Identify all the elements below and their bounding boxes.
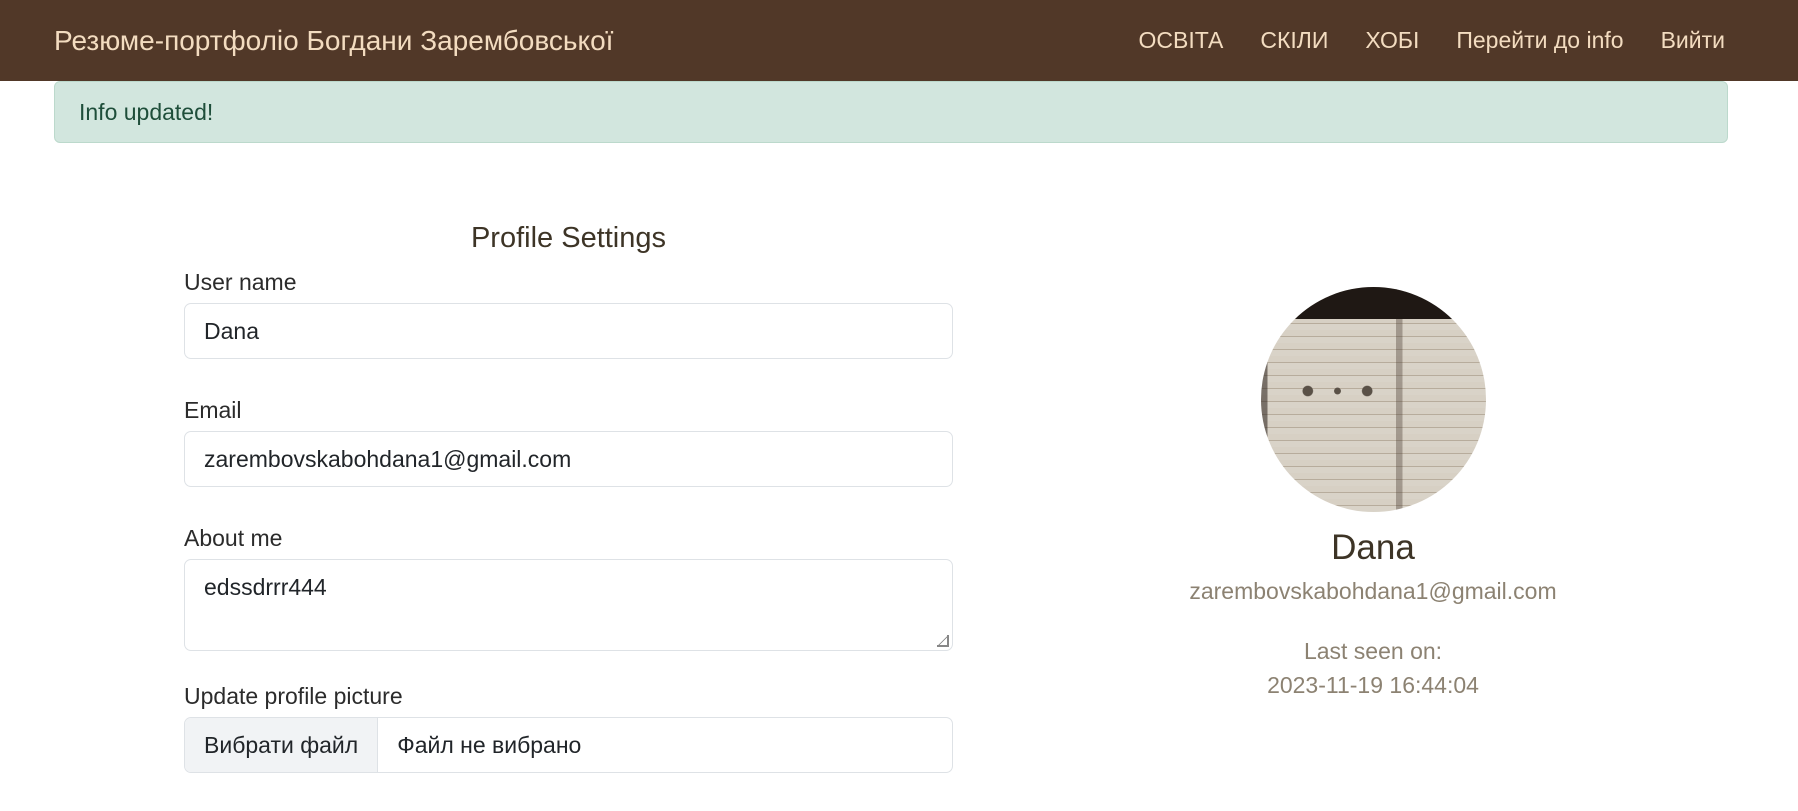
username-value: Dana	[204, 317, 259, 344]
picture-label: Update profile picture	[184, 683, 403, 709]
choose-file-button[interactable]: Вибрати файл	[185, 718, 379, 772]
nav-link-skills[interactable]: СКІЛИ	[1260, 27, 1328, 54]
profile-settings-form: Profile Settings User name Dana Email za…	[184, 210, 953, 773]
email-label: Email	[184, 397, 242, 423]
nav-link-education[interactable]: ОСВІТА	[1139, 27, 1224, 54]
success-alert: Info updated!	[54, 81, 1728, 143]
nav-links: ОСВІТА СКІЛИ ХОБІ Перейти до info Вийти	[1139, 27, 1725, 54]
about-label: About me	[184, 525, 283, 551]
username-input[interactable]: Dana	[184, 303, 953, 359]
form-title: Profile Settings	[470, 222, 667, 254]
file-input[interactable]: Вибрати файл Файл не вибрано	[184, 717, 953, 773]
email-value: zarembovskabohdana1@gmail.com	[204, 445, 572, 472]
profile-email: zarembovskabohdana1@gmail.com	[1189, 578, 1557, 604]
profile-card: Dana zarembovskabohdana1@gmail.com Last …	[1130, 287, 1616, 702]
navbar: Резюме-портфоліо Богдани Зарембовської О…	[0, 0, 1798, 81]
avatar	[1260, 287, 1486, 512]
about-value: edssdrrr444	[204, 574, 327, 600]
profile-name: Dana	[1331, 528, 1415, 567]
last-seen-value: 2023-11-19 16:44:04	[1267, 672, 1479, 698]
alert-message: Info updated!	[79, 98, 214, 125]
nav-link-go-to-info[interactable]: Перейти до info	[1456, 27, 1623, 54]
username-label: User name	[184, 269, 297, 295]
last-seen-label: Last seen on:	[1303, 638, 1443, 664]
nav-link-logout[interactable]: Вийти	[1661, 27, 1725, 54]
nav-link-hobby[interactable]: ХОБІ	[1365, 27, 1419, 54]
brand-link[interactable]: Резюме-портфоліо Богдани Зарембовської	[54, 25, 613, 57]
about-textarea[interactable]: edssdrrr444	[184, 559, 953, 651]
file-status: Файл не вибрано	[397, 731, 582, 758]
resize-handle-icon[interactable]	[937, 635, 949, 647]
email-input[interactable]: zarembovskabohdana1@gmail.com	[184, 431, 953, 487]
